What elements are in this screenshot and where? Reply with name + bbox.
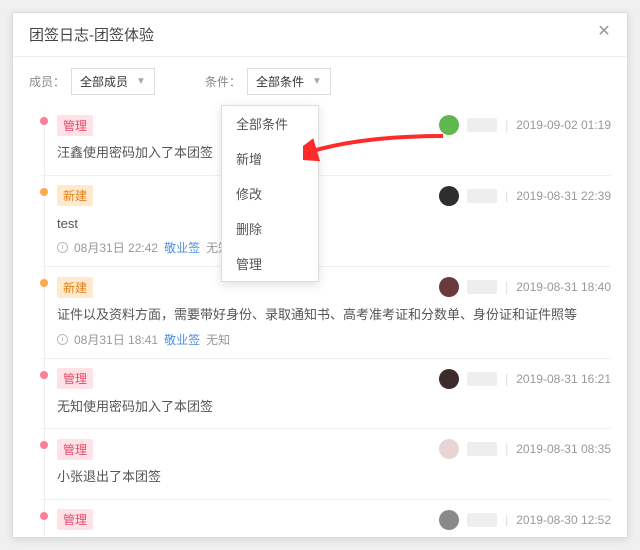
entry-header: 管理 | 2019-08-31 08:35 <box>57 435 611 463</box>
filter-bar: 成员： 全部成员 ▼ 条件： 全部条件 ▼ <box>13 57 627 105</box>
timeline-dot-icon <box>40 371 48 379</box>
entry-timestamp: 2019-08-30 12:52 <box>516 513 611 527</box>
entry-footer: 08月31日 18:41 敬业签无知 <box>57 331 611 352</box>
log-entry: 新建|2019-08-31 22:39test08月31日 22:42敬业签无知 <box>41 176 611 268</box>
timeline-dot-icon <box>40 279 48 287</box>
member-select-value: 全部成员 <box>80 73 128 90</box>
username-redacted <box>467 513 497 527</box>
clock-icon <box>57 242 68 253</box>
log-entry: 新建 | 2019-08-31 18:40 证件以及资料方面，需要带好身份、录取通知书… <box>41 267 611 359</box>
entry-tag: 管理 <box>57 368 93 389</box>
timeline-dot-icon <box>40 188 48 196</box>
avatar <box>439 439 459 459</box>
entry-timestamp: 2019-09-02 01:19 <box>516 118 611 132</box>
timeline-dot-icon <box>40 441 48 449</box>
timeline-dot-icon <box>40 512 48 520</box>
dropdown-item-manage[interactable]: 管理 <box>222 246 318 281</box>
member-filter-label: 成员： <box>29 73 65 90</box>
condition-dropdown: 全部条件 新增 修改 删除 管理 <box>221 105 319 282</box>
condition-select[interactable]: 全部条件 ▼ <box>247 68 331 95</box>
log-entry: 管理 | 2019-08-31 16:21 无知使用密码加入了本团签 <box>41 359 611 430</box>
member-select[interactable]: 全部成员 ▼ <box>71 68 155 95</box>
log-modal: 团签日志-团签体验 ✕ 成员： 全部成员 ▼ 条件： 全部条件 ▼ 全部条件 新… <box>12 12 628 538</box>
dropdown-item-all[interactable]: 全部条件 <box>222 106 318 141</box>
clock-icon <box>57 334 68 345</box>
username-redacted <box>467 372 497 386</box>
entry-tag: 新建 <box>57 277 93 298</box>
entry-timestamp: 2019-08-31 18:40 <box>516 280 611 294</box>
entry-body: test <box>57 210 611 240</box>
condition-filter-label: 条件： <box>205 73 241 90</box>
log-entry: 管理 | 2019-08-30 12:52 <box>41 500 611 538</box>
entry-body: 无知使用密码加入了本团签 <box>57 393 611 423</box>
entry-tag: 管理 <box>57 439 93 460</box>
footer-link[interactable]: 敬业签 <box>164 331 200 348</box>
avatar <box>439 115 459 135</box>
avatar <box>439 277 459 297</box>
entry-timestamp: 2019-08-31 22:39 <box>516 189 611 203</box>
entry-header: 管理 | 2019-09-02 01:19 <box>57 111 611 139</box>
separator-icon: | <box>505 118 508 132</box>
entry-header: 新建 | 2019-08-31 18:40 <box>57 273 611 301</box>
username-redacted <box>467 442 497 456</box>
close-icon[interactable]: ✕ <box>595 23 613 41</box>
avatar <box>439 369 459 389</box>
dropdown-item-delete[interactable]: 删除 <box>222 211 318 246</box>
entry-meta: | 2019-08-31 16:21 <box>439 369 611 389</box>
modal-title: 团签日志-团签体验 <box>29 24 154 45</box>
footer-time: 08月31日 18:41 <box>74 331 158 348</box>
separator-icon: | <box>505 442 508 456</box>
entry-body: 证件以及资料方面，需要带好身份、录取通知书、高考准考证和分数单、身份证和证件照等 <box>57 301 611 331</box>
entry-meta: | 2019-08-31 22:39 <box>439 186 611 206</box>
entry-meta: | 2019-08-31 08:35 <box>439 439 611 459</box>
condition-select-value: 全部条件 <box>256 73 304 90</box>
username-redacted <box>467 118 497 132</box>
timeline-dot-icon <box>40 117 48 125</box>
entry-header: 新建 | 2019-08-31 22:39 <box>57 182 611 210</box>
avatar <box>439 510 459 530</box>
separator-icon: | <box>505 189 508 203</box>
entry-body: 小张退出了本团签 <box>57 463 611 493</box>
footer-link[interactable]: 敬业签 <box>164 239 200 256</box>
footer-time: 08月31日 22:42 <box>74 239 158 256</box>
entry-header: 管理 | 2019-08-30 12:52 <box>57 506 611 534</box>
username-redacted <box>467 280 497 294</box>
chevron-down-icon: ▼ <box>136 76 146 87</box>
entry-body: 汪鑫使用密码加入了本团签 <box>57 139 611 169</box>
entry-timestamp: 2019-08-31 16:21 <box>516 372 611 386</box>
entry-header: 管理 | 2019-08-31 16:21 <box>57 365 611 393</box>
separator-icon: | <box>505 513 508 527</box>
log-entry: 管理 | 2019-09-02 01:19 汪鑫使用密码加入了本团签 <box>41 105 611 176</box>
separator-icon: | <box>505 280 508 294</box>
footer-after: 无知 <box>206 331 230 348</box>
log-list: 管理 | 2019-09-02 01:19 汪鑫使用密码加入了本团签新建 | 2019-0… <box>13 105 627 537</box>
entry-timestamp: 2019-08-31 08:35 <box>516 442 611 456</box>
avatar <box>439 186 459 206</box>
entry-meta: | 2019-08-30 12:52 <box>439 510 611 530</box>
entry-tag: 管理 <box>57 509 93 530</box>
dropdown-item-add[interactable]: 新增 <box>222 141 318 176</box>
username-redacted <box>467 189 497 203</box>
dropdown-item-modify[interactable]: 修改 <box>222 176 318 211</box>
entry-meta: | 2019-08-31 18:40 <box>439 277 611 297</box>
log-entry: 管理 | 2019-08-31 08:35 小张退出了本团签 <box>41 429 611 500</box>
entry-footer: 08月31日 22:42敬业签无知 <box>57 239 611 260</box>
entry-meta: | 2019-09-02 01:19 <box>439 115 611 135</box>
separator-icon: | <box>505 372 508 386</box>
entry-tag: 管理 <box>57 115 93 136</box>
entry-tag: 新建 <box>57 185 93 206</box>
chevron-down-icon: ▼ <box>312 76 322 87</box>
modal-header: 团签日志-团签体验 <box>13 13 627 57</box>
